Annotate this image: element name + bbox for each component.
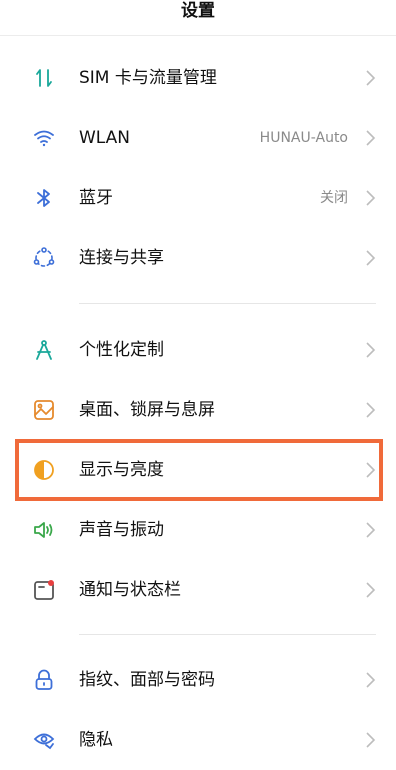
settings-item-label: 桌面、锁屏与息屏	[79, 400, 215, 420]
wlan-network-name: HUNAU-Auto	[259, 130, 348, 146]
connection-share-icon	[32, 246, 56, 270]
chevron-right-icon	[364, 129, 376, 147]
settings-item-personalization[interactable]: 个性化定制	[0, 320, 396, 380]
settings-item-wallpaper[interactable]: 桌面、锁屏与息屏	[0, 380, 396, 440]
settings-item-notification[interactable]: 通知与状态栏	[0, 560, 396, 620]
chevron-right-icon	[364, 189, 376, 207]
chevron-right-icon	[364, 521, 376, 539]
chevron-right-icon	[364, 731, 376, 749]
bluetooth-icon	[32, 186, 56, 210]
settings-item-sim[interactable]: SIM 卡与流量管理	[0, 48, 396, 108]
bluetooth-status: 关闭	[320, 190, 348, 206]
settings-item-label: 通知与状态栏	[79, 580, 181, 600]
sound-icon	[32, 518, 56, 542]
settings-item-label: 个性化定制	[79, 340, 164, 360]
chevron-right-icon	[364, 69, 376, 87]
settings-item-label: 蓝牙	[79, 188, 113, 208]
chevron-right-icon	[364, 341, 376, 359]
settings-item-label: 声音与振动	[79, 520, 164, 540]
settings-item-privacy[interactable]: 隐私	[0, 710, 396, 770]
wallpaper-icon	[32, 398, 56, 422]
group-divider	[79, 303, 376, 304]
settings-item-wlan[interactable]: WLAN HUNAU-Auto	[0, 108, 396, 168]
settings-item-bluetooth[interactable]: 蓝牙 关闭	[0, 168, 396, 228]
chevron-right-icon	[364, 581, 376, 599]
settings-item-label: SIM 卡与流量管理	[79, 68, 217, 88]
settings-item-fingerprint-face-password[interactable]: 指纹、面部与密码	[0, 650, 396, 710]
notification-icon	[32, 578, 56, 602]
group-divider	[79, 634, 376, 635]
highlight-box	[15, 439, 383, 501]
settings-item-connection-share[interactable]: 连接与共享	[0, 228, 396, 288]
settings-item-sound[interactable]: 声音与振动	[0, 500, 396, 560]
lock-icon	[32, 668, 56, 692]
personalization-icon	[32, 338, 56, 362]
settings-item-label: 隐私	[79, 730, 113, 750]
settings-item-label: 连接与共享	[79, 248, 164, 268]
sim-data-icon	[32, 66, 56, 90]
chevron-right-icon	[364, 671, 376, 689]
chevron-right-icon	[364, 249, 376, 267]
header: 设置	[0, 0, 396, 36]
chevron-right-icon	[364, 401, 376, 419]
page-title: 设置	[181, 1, 215, 21]
settings-item-label: 指纹、面部与密码	[79, 670, 215, 690]
privacy-icon	[32, 728, 56, 752]
settings-item-label: WLAN	[79, 128, 131, 148]
wifi-icon	[32, 126, 56, 150]
